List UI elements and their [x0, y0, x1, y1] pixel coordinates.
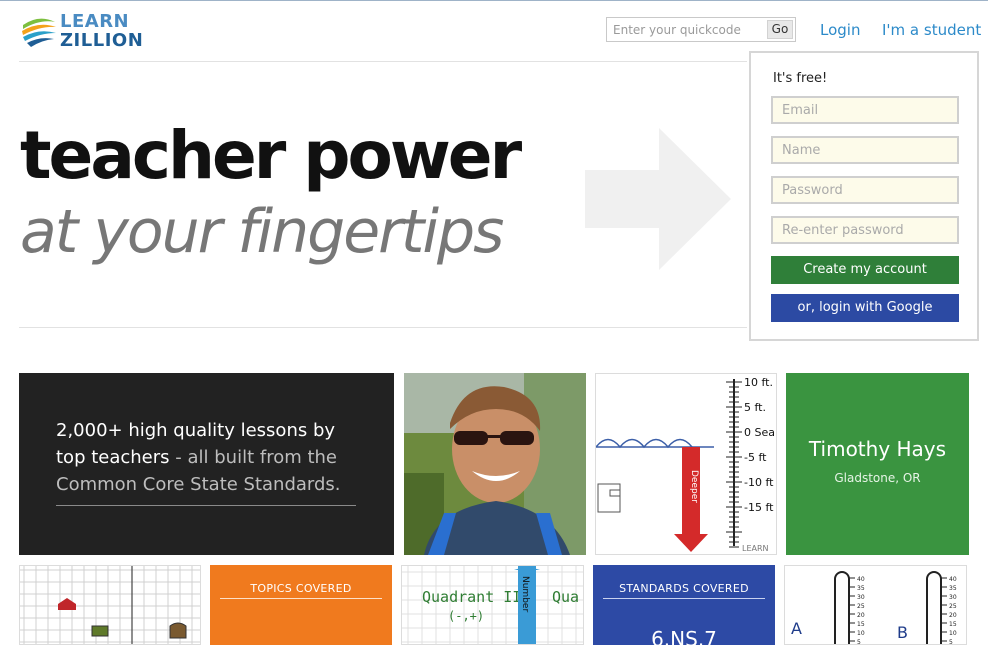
signup-panel: It's free! Create my account or, login w… — [749, 51, 979, 341]
lessons-tile[interactable]: 2,000+ high quality lessons by top teach… — [19, 373, 394, 555]
divider-bottom — [19, 327, 747, 328]
quadrant-illustration: Quadrant II (-,+) Number Qua — [402, 566, 583, 644]
ruler-label: -15 ft — [744, 501, 774, 514]
divider-top — [19, 61, 747, 62]
thermometer-letter-b: B — [897, 623, 908, 642]
thermometer-illustration: 40 40 35 35 30 30 25 25 20 20 15 15 10 10 5 5 A B — [791, 571, 957, 645]
thermometer-tick-label: 5 — [857, 639, 861, 645]
thermometer-tick-label: 35 — [857, 585, 865, 592]
email-field[interactable] — [771, 96, 959, 124]
quadrant-tile[interactable]: Quadrant II (-,+) Number Qua — [401, 565, 584, 645]
reenter-password-field[interactable] — [771, 216, 959, 244]
thermometer-tick-label: 5 — [949, 639, 953, 645]
number-line-word: Number — [520, 576, 530, 612]
ruler-word-label: Deeper — [689, 470, 699, 503]
password-field[interactable] — [771, 176, 959, 204]
thermometer-tile[interactable]: 40 40 35 35 30 30 25 25 20 20 15 15 10 10 5 5 A B — [784, 565, 967, 645]
thermometer-tick-label: 40 — [857, 576, 865, 583]
thermometer-letter-a: A — [791, 619, 802, 638]
quadrant-sign: (-,+) — [448, 609, 484, 623]
ruler-label: 0 Sea — [744, 426, 775, 439]
logo-line-1: LEARN — [60, 11, 130, 32]
thermometer-tick-label: 25 — [949, 603, 957, 610]
logo-wordmark: LEARN ZILLION — [60, 12, 143, 50]
teacher-photo[interactable] — [404, 373, 586, 555]
signup-heading: It's free! — [773, 71, 828, 86]
depth-ruler-illustration: 10 ft. 5 ft. 0 Sea -5 ft -10 ft -15 ft Deeper… — [596, 376, 775, 553]
lessons-text: 2,000+ high quality lessons by top teach… — [56, 417, 356, 498]
hero-subtitle: at your fingertips — [20, 197, 504, 267]
topics-covered-underline — [220, 598, 382, 599]
thermometer-tick-label: 30 — [857, 594, 865, 601]
topics-covered-heading: TOPICS COVERED — [250, 582, 352, 595]
logo-line-2: ZILLION — [60, 30, 144, 51]
thermometer-tick-label: 15 — [949, 621, 957, 628]
name-field[interactable] — [771, 136, 959, 164]
lessons-underline — [56, 505, 356, 506]
thermometer-tick-label: 10 — [949, 630, 957, 637]
learnzillion-logo[interactable]: LEARN ZILLION — [20, 12, 143, 52]
teacher-name: Timothy Hays — [808, 437, 947, 461]
ruler-label: 10 ft. — [744, 376, 773, 389]
thermometer-tick-label: 20 — [857, 612, 865, 619]
standards-code: 6.NS.7 — [651, 627, 717, 645]
standards-covered-tile[interactable]: STANDARDS COVERED 6.NS.7 — [593, 565, 775, 645]
ruler-label: 5 ft. — [744, 401, 766, 414]
thermometer-tick-label: 40 — [949, 576, 957, 583]
quickcode-input[interactable] — [607, 18, 765, 41]
quadrant-label: Quadrant II — [422, 588, 521, 606]
arrow-right-icon — [585, 128, 731, 270]
quadrant-label-right: Qua — [552, 588, 579, 606]
ruler-label: -5 ft — [744, 451, 767, 464]
student-link[interactable]: I'm a student — [882, 21, 981, 39]
thermometer-tick-label: 35 — [949, 585, 957, 592]
ruler-brand: LEARN — [742, 544, 769, 553]
hero-title: teacher power — [20, 117, 522, 194]
top-border — [0, 0, 988, 1]
depth-ruler-tile[interactable]: 10 ft. 5 ft. 0 Sea -5 ft -10 ft -15 ft Deeper… — [595, 373, 777, 555]
teacher-location: Gladstone, OR — [834, 471, 921, 485]
thermometer-tick-label: 25 — [857, 603, 865, 610]
teacher-portrait-image — [404, 373, 586, 555]
thermometer-tick-label: 10 — [857, 630, 865, 637]
ruler-label: -10 ft — [744, 476, 774, 489]
quickcode-form: Go — [606, 17, 796, 42]
thermometer-tick-label: 15 — [857, 621, 865, 628]
coordinate-grid-tile[interactable] — [19, 565, 201, 645]
coordinate-grid-illustration — [20, 566, 200, 644]
thermometer-tick-label: 30 — [949, 594, 957, 601]
login-link[interactable]: Login — [820, 21, 860, 39]
featured-teacher-tile[interactable]: Timothy Hays Gladstone, OR — [786, 373, 969, 555]
topics-covered-tile[interactable]: TOPICS COVERED — [210, 565, 392, 645]
standards-covered-heading: STANDARDS COVERED — [619, 582, 749, 595]
create-account-button[interactable]: Create my account — [771, 256, 959, 284]
google-login-button[interactable]: or, login with Google — [771, 294, 959, 322]
standards-covered-underline — [603, 598, 765, 599]
logo-mark-icon — [21, 13, 57, 49]
quickcode-go-button[interactable]: Go — [767, 20, 793, 39]
thermometer-tick-label: 20 — [949, 612, 957, 619]
